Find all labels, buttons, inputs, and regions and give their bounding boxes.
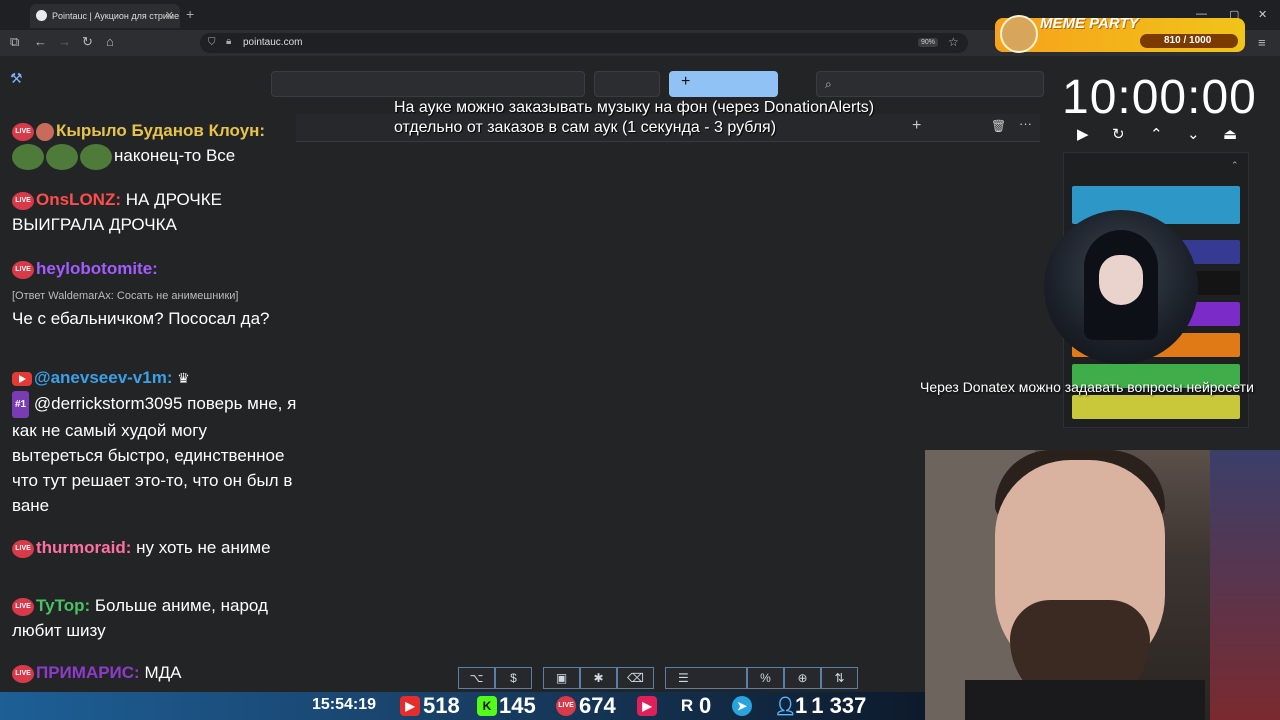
search-input[interactable]: ⌕	[816, 71, 1044, 97]
menu-icon[interactable]: ≡	[1258, 35, 1266, 50]
reset-button[interactable]: ↻	[1112, 125, 1125, 143]
webcam-feed	[925, 450, 1280, 720]
live-badge-icon: LIVE	[12, 191, 34, 210]
pepe-emote-icon	[12, 143, 44, 170]
vk-play-icon: ▶	[637, 696, 657, 716]
chat-message: LIVE ПРИМАРИС: МДА	[12, 660, 300, 685]
total-viewers: 11 337	[795, 693, 867, 718]
close-tab-icon[interactable]: ✕	[165, 9, 174, 22]
trash-icon[interactable]: 🗑	[991, 119, 1006, 133]
auction-timer: 10:00:00	[1062, 71, 1257, 124]
live-viewers: 674	[579, 693, 616, 718]
lot-name-input[interactable]	[271, 71, 585, 97]
vtuber-avatar	[1044, 210, 1198, 364]
save-icon[interactable]: ▣	[543, 667, 580, 689]
address-bar[interactable]: pointauc.com	[200, 33, 968, 53]
slot-7	[1072, 395, 1240, 419]
chat-message: LIVE heylobotomite: [Ответ WaldemarAx: Со…	[12, 256, 300, 331]
meme-party-progress: 810 / 1000	[1140, 34, 1238, 48]
chat-nick: heylobotomite:	[36, 259, 158, 278]
hammer-icon[interactable]: ⚒	[10, 70, 23, 87]
timer-down-button[interactable]: ⌄	[1187, 125, 1200, 143]
donatex-notice: Через Donatex можно задавать вопросы ней…	[920, 379, 1254, 395]
youtube-icon: ▶	[400, 696, 420, 716]
stream-clock: 15:54:19	[312, 696, 377, 713]
more-icon[interactable]: ···	[1019, 116, 1032, 131]
kick-viewers: 145	[499, 693, 536, 718]
meme-party-title: MEME PARTY	[1040, 15, 1139, 32]
live-badge-icon: LIVE	[12, 260, 34, 279]
chat-nick: TyTop:	[36, 596, 91, 615]
chat-message: LIVE OnsLONZ: НА ДРОЧКЕ ВЫИГРАЛА ДРОЧКА	[12, 187, 300, 237]
chat-text: МДА	[144, 663, 182, 682]
zoom-level[interactable]: 90%	[918, 38, 939, 47]
sidebar-icon[interactable]: ⧉	[10, 34, 19, 50]
percent-button[interactable]: %	[747, 667, 784, 689]
sort-button[interactable]: ⇅	[821, 667, 858, 689]
rank-badge: #1	[12, 391, 30, 419]
list-icon[interactable]: ☰	[665, 667, 747, 689]
youtube-viewers: 518	[423, 693, 460, 718]
chat-message: LIVE Кырыло Буданов Клоун: наконец-то Все	[12, 118, 300, 170]
youtube-icon	[12, 371, 32, 386]
chat-text: наконец-то Все	[114, 146, 236, 165]
github-icon[interactable]: ⌥	[458, 667, 495, 689]
play-button[interactable]: ▶	[1077, 125, 1089, 143]
clear-icon[interactable]: ⌫	[617, 667, 654, 689]
pepe-emote-icon	[80, 143, 112, 170]
telegram-icon: ➤	[732, 696, 752, 716]
forward-icon[interactable]: →	[58, 34, 71, 49]
browser-tab[interactable]: Pointauc | Аукцион для стриме ✕	[30, 4, 180, 28]
new-tab-button[interactable]: +	[186, 6, 194, 22]
chat-overlay: LIVE Кырыло Буданов Клоун: наконец-то Все…	[0, 96, 300, 696]
donate-button[interactable]: $	[495, 667, 532, 689]
chat-message: LIVE TyTop: Больше аниме, народ любит шиз…	[12, 593, 300, 643]
chat-nick: OnsLONZ:	[36, 190, 121, 209]
tab-title: Pointauc | Аукцион для стриме	[52, 11, 180, 21]
live-icon: LIVE	[556, 696, 576, 716]
chevron-up-icon[interactable]: ⌃	[1231, 160, 1239, 171]
live-badge-icon: LIVE	[12, 664, 34, 683]
reload-icon[interactable]: ↻	[82, 34, 93, 50]
user-avatar-icon	[36, 122, 54, 141]
chat-nick: thurmoraid:	[36, 538, 132, 557]
doge-icon	[1000, 15, 1038, 53]
timer-up-button[interactable]: ⌃	[1150, 125, 1163, 143]
split-button[interactable]: ⊕	[784, 667, 821, 689]
shield-icon[interactable]: ⛉	[208, 37, 216, 48]
pointauc-favicon-icon	[36, 10, 47, 21]
chat-text: @derrickstorm3095 поверь мне, я как не с…	[12, 394, 297, 516]
chat-nick: Кырыло Буданов Клоун:	[56, 121, 266, 140]
lot-amount-input[interactable]	[594, 71, 660, 97]
add-lot-button[interactable]: +	[669, 71, 778, 97]
chat-nick: @anevseev-v1m:	[34, 368, 173, 387]
chat-message: @anevseev-v1m: ♛ #1 @derrickstorm3095 по…	[12, 365, 300, 518]
chat-text: Че с ебальничком? Пососал да?	[12, 309, 270, 328]
rutube-icon: R	[680, 696, 694, 715]
lock-icon: 🔒︎	[226, 36, 232, 47]
crown-icon: ♛	[177, 370, 190, 387]
chat-text: ну хоть не аниме	[136, 538, 271, 557]
live-badge-icon: LIVE	[12, 539, 34, 558]
live-badge-icon: LIVE	[12, 122, 34, 141]
music-order-notice: На ауке можно заказывать музыку на фон (…	[394, 99, 875, 136]
kick-icon: K	[477, 696, 497, 716]
home-icon[interactable]: ⌂	[106, 34, 114, 49]
live-badge-icon: LIVE	[12, 597, 34, 616]
chat-nick: ПРИМАРИС:	[36, 663, 140, 682]
search-icon: ⌕	[825, 77, 832, 91]
chat-reply: [Ответ WaldemarAx: Сосать не анимешники]	[12, 290, 239, 302]
back-icon[interactable]: ←	[34, 34, 47, 49]
close-window-button[interactable]: ✕	[1258, 8, 1267, 21]
star-icon[interactable]: ☆	[948, 35, 959, 49]
timer-extra-button[interactable]: ⏏	[1223, 125, 1237, 143]
chat-message: LIVE thurmoraid: ну хоть не аниме	[12, 535, 300, 560]
rutube-viewers: 0	[699, 693, 712, 718]
bug-icon[interactable]: ✱	[580, 667, 617, 689]
pepe-emote-icon	[46, 143, 78, 170]
viewers-icon: 👤︎	[774, 696, 797, 716]
